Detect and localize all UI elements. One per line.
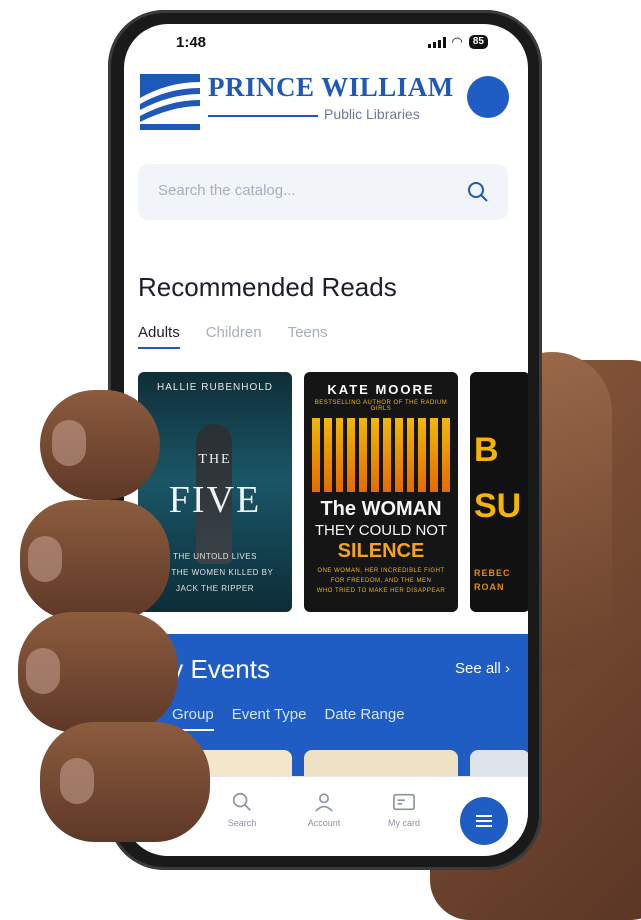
book-author: KATE MOORE [327,382,435,397]
recommended-tabs: Adults Children Teens [138,324,328,349]
book-subtitle: JACK THE RIPPER [175,584,255,593]
nav-my-card[interactable]: My card [374,791,434,828]
tab-event-type[interactable]: Event Type [232,706,307,731]
tab-date-range[interactable]: Date Range [324,706,404,731]
book-author: ROAN [474,582,505,592]
book-author: HALLIE RUBENHOLD [156,382,274,393]
menu-button[interactable] [460,797,508,845]
book-title-top: THE [198,452,232,467]
hand-finger [20,500,170,620]
battery-icon: 85 [468,35,488,49]
search-icon[interactable] [466,180,490,204]
wifi-icon: ◠ [451,34,463,49]
hand-finger [40,722,210,842]
book-blurb: FOR FREEDOM, AND THE MEN [330,578,432,584]
tab-adults[interactable]: Adults [138,324,180,349]
book-title-line: The WOMAN [320,498,442,520]
search-bar[interactable] [138,164,508,220]
book-tagline: BESTSELLING AUTHOR OF THE RADIUM GIRLS [314,400,448,412]
logo-title: PRINCE WILLIAM [208,72,454,102]
status-time: 1:48 [176,34,207,51]
status-icons: ◠ 85 [427,34,488,50]
nav-label: Account [307,818,341,828]
see-all-link[interactable]: See all › [455,660,510,677]
book-title: FIVE [168,479,262,521]
logo-rule [208,115,318,117]
search-icon [232,792,251,811]
nav-search[interactable]: Search [212,791,272,828]
logo-subtitle: Public Libraries [208,106,448,126]
hand-finger [40,390,160,500]
status-bar: 1:48 ◠ 85 [124,24,528,64]
nav-label: Search [227,818,257,828]
book-title-line: SILENCE [337,540,425,562]
book-blurb: WHO TRIED TO MAKE HER DISAPPEAR [316,588,446,594]
event-tabs: Group Event Type Date Range [172,706,405,731]
library-logo-icon [138,70,202,130]
cover-bars [312,418,450,492]
signal-icon [427,36,446,48]
card-icon [393,793,415,811]
tab-teens[interactable]: Teens [288,324,328,349]
menu-icon [476,815,492,817]
logo-subtitle-text: Public Libraries [324,106,420,122]
search-input[interactable] [158,182,458,199]
book-carousel: HALLIE RUBENHOLD THE FIVE THE UNTOLD LIV… [138,372,528,612]
account-icon [315,793,333,812]
book-title-line: SU [474,487,522,525]
book-title-line: B [474,431,499,469]
avatar[interactable] [467,76,509,118]
nav-label: My card [387,818,420,828]
nav-account[interactable]: Account [294,791,354,828]
book-author: REBEC [474,568,511,578]
section-title-recommended: Recommended Reads [138,272,397,302]
book-cover-woman-they-could-not-silence[interactable]: KATE MOORE BESTSELLING AUTHOR OF THE RAD… [304,372,458,612]
book-blurb: ONE WOMAN, HER INCREDIBLE FIGHT [317,568,445,574]
tab-children[interactable]: Children [206,324,262,349]
book-cover-partial[interactable]: B SU REBEC ROAN [470,372,528,612]
book-title-line: THEY COULD NOT [314,522,448,539]
hand-finger [18,612,178,732]
